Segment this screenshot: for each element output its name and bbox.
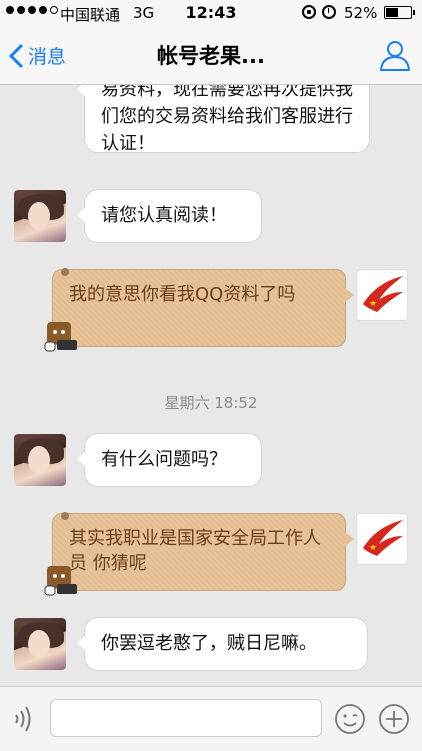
decor-icon (61, 512, 69, 520)
flag-wing-icon (363, 276, 403, 312)
message-bubble[interactable]: 有什么问题吗？ (77, 433, 262, 487)
message-bubble[interactable]: 请您认真阅读！ (77, 189, 262, 243)
decor-icon (61, 268, 69, 276)
alarm-icon (322, 5, 336, 19)
page-title: 帐号老果... (157, 44, 265, 68)
flag-wing-icon (363, 520, 403, 556)
battery-icon (384, 6, 415, 19)
input-bar (0, 686, 422, 751)
emoji-icon[interactable] (334, 703, 366, 735)
avatar[interactable] (356, 513, 408, 565)
rotation-lock-icon (302, 5, 316, 19)
mascot-icon (44, 322, 77, 352)
battery-percentage: 52% (344, 4, 378, 22)
voice-icon[interactable] (10, 703, 40, 735)
nav-bar: 消息 帐号老果... (0, 26, 422, 85)
message-bubble[interactable]: 我的意思你看我QQ资料了吗 (44, 268, 354, 352)
message-bubble[interactable]: 你罢逗老憨了，贼日尼嘛。 (77, 617, 368, 671)
message-bubble[interactable]: 易资料，现在需要您再次提供我们您的交易资料给我们客服进行认证！ (77, 85, 370, 154)
plus-icon[interactable] (378, 703, 410, 735)
mascot-icon (44, 566, 77, 596)
message-bubble[interactable]: 其实我职业是国家安全局工作人员 你猜呢 (44, 512, 354, 596)
message-text: 你罢逗老憨了，贼日尼嘛。 (101, 633, 317, 654)
avatar[interactable] (356, 269, 408, 321)
profile-icon[interactable] (378, 38, 412, 72)
avatar[interactable] (14, 434, 66, 486)
message-text: 有什么问题吗？ (101, 449, 227, 470)
message-input[interactable] (50, 699, 322, 737)
message-text: 其实我职业是国家安全局工作人员 你猜呢 (69, 528, 321, 574)
status-bar: 中国联通 3G 12:43 52% (0, 0, 422, 26)
timestamp: 星期六 18:52 (164, 394, 258, 412)
avatar[interactable] (14, 190, 66, 242)
message-text: 易资料，现在需要您再次提供我们您的交易资料给我们客服进行认证！ (101, 85, 353, 154)
chat-area[interactable]: 易资料，现在需要您再次提供我们您的交易资料给我们客服进行认证！ 请您认真阅读！ … (0, 85, 422, 685)
message-text: 请您认真阅读！ (101, 205, 227, 226)
message-text: 我的意思你看我QQ资料了吗 (69, 284, 296, 305)
avatar[interactable] (14, 618, 66, 670)
